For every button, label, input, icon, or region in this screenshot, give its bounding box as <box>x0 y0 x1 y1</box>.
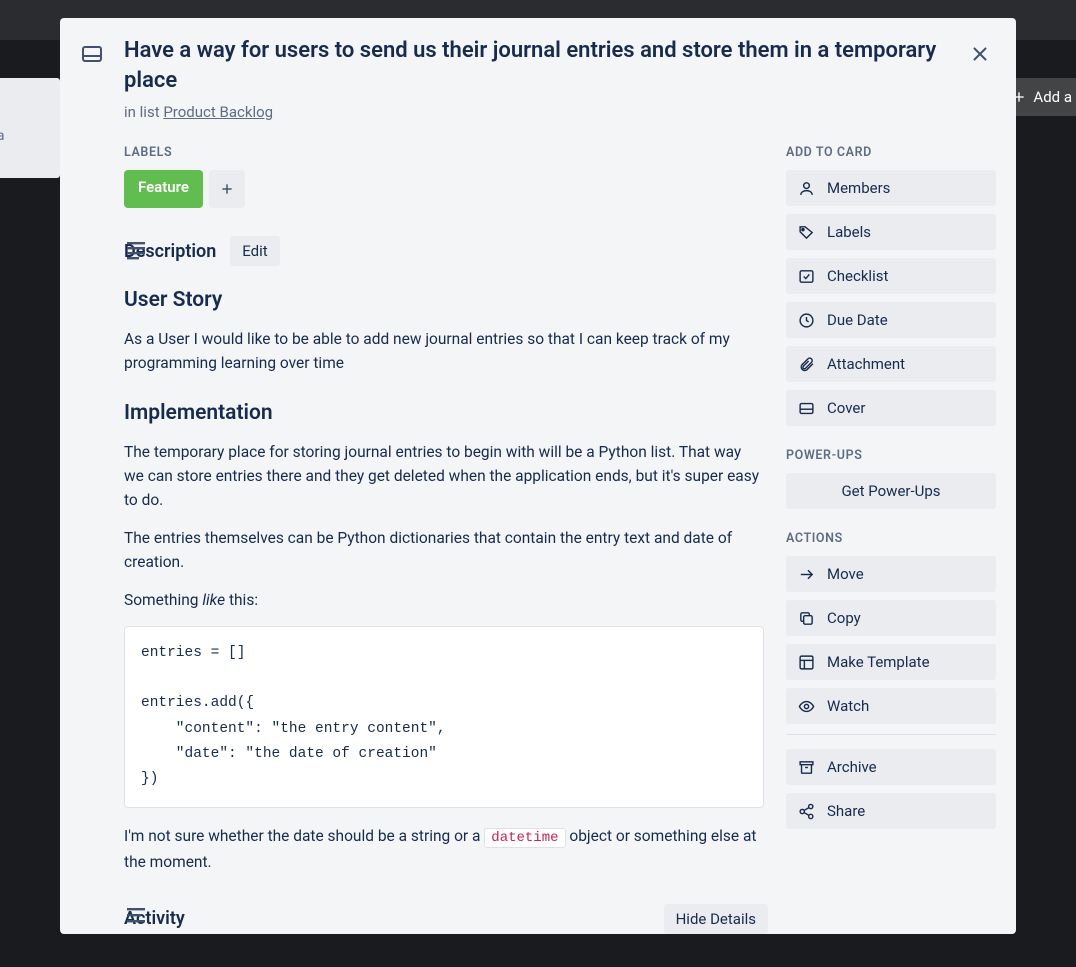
get-power-ups-label: Get Power-Ups <box>841 482 940 500</box>
checklist-icon <box>798 268 815 285</box>
desc-p1: As a User I would like to be able to add… <box>124 327 764 375</box>
share-icon <box>798 803 815 820</box>
in-list-prefix: in list <box>124 103 163 121</box>
label-feature[interactable]: Feature <box>124 170 203 208</box>
inline-code-datetime: datetime <box>484 828 565 848</box>
user-icon <box>798 180 815 197</box>
power-ups-group: POWER-UPS Get Power-Ups <box>786 448 996 509</box>
actions-group: ACTIONS Move Copy Make Template Watch <box>786 531 996 829</box>
close-button[interactable] <box>962 36 998 72</box>
card-header: Have a way for users to send us their jo… <box>80 36 996 95</box>
labels-button[interactable]: Labels <box>786 214 996 250</box>
sidebar-separator <box>786 734 996 735</box>
checklist-label: Checklist <box>827 267 888 285</box>
duedate-button[interactable]: Due Date <box>786 302 996 338</box>
desc-p3: The entries themselves can be Python dic… <box>124 526 764 574</box>
template-icon <box>798 654 815 671</box>
members-button[interactable]: Members <box>786 170 996 206</box>
arrow-right-icon <box>798 566 815 583</box>
desc-p4: Something like this: <box>124 588 764 612</box>
add-to-card-heading: ADD TO CARD <box>786 145 996 160</box>
list-name-link[interactable]: Product Backlog <box>163 103 273 121</box>
tag-icon <box>798 224 815 241</box>
attachment-button[interactable]: Attachment <box>786 346 996 382</box>
watch-button[interactable]: Watch <box>786 688 996 724</box>
desc-p5: I'm not sure whether the date should be … <box>124 824 764 874</box>
card-icon <box>80 42 108 66</box>
edit-description-button[interactable]: Edit <box>230 236 279 266</box>
desc-h3-implementation: Implementation <box>124 397 764 430</box>
card-modal: Have a way for users to send us their jo… <box>60 18 1016 934</box>
clock-icon <box>798 312 815 329</box>
activity-header: Activity Hide Details <box>124 904 768 934</box>
get-power-ups-button[interactable]: Get Power-Ups <box>786 473 996 509</box>
board-column: ogress Add a ca <box>0 78 60 178</box>
card-title[interactable]: Have a way for users to send us their jo… <box>124 36 946 95</box>
add-label-button[interactable] <box>209 170 245 208</box>
power-ups-heading: POWER-UPS <box>786 448 996 463</box>
archive-icon <box>798 759 815 776</box>
copy-icon <box>798 610 815 627</box>
hide-details-button[interactable]: Hide Details <box>664 904 768 934</box>
copy-label: Copy <box>827 609 861 627</box>
attachment-label: Attachment <box>827 355 905 373</box>
plus-icon <box>219 181 235 197</box>
description-content[interactable]: User Story As a User I would like to be … <box>124 284 768 873</box>
cover-icon <box>798 400 815 417</box>
actions-heading: ACTIONS <box>786 531 996 546</box>
desc-h3-user-story: User Story <box>124 284 764 317</box>
desc-code-block: entries = [] entries.add({ "content": "t… <box>124 626 764 808</box>
add-list-label: Add a <box>1033 88 1072 106</box>
make-template-label: Make Template <box>827 653 930 671</box>
archive-label: Archive <box>827 758 877 776</box>
share-label: Share <box>827 802 865 820</box>
labels-heading: LABELS <box>124 145 768 160</box>
close-icon <box>969 43 991 65</box>
main-column: LABELS Feature Description Edit User Sto… <box>80 145 768 933</box>
make-template-button[interactable]: Make Template <box>786 644 996 680</box>
archive-button[interactable]: Archive <box>786 749 996 785</box>
checklist-button[interactable]: Checklist <box>786 258 996 294</box>
copy-button[interactable]: Copy <box>786 600 996 636</box>
move-button[interactable]: Move <box>786 556 996 592</box>
watch-label: Watch <box>827 697 869 715</box>
labels-label: Labels <box>827 223 871 241</box>
card-list-location: in list Product Backlog <box>124 103 996 121</box>
add-card-link[interactable]: Add a ca <box>0 128 50 144</box>
cover-label: Cover <box>827 399 865 417</box>
eye-icon <box>798 698 815 715</box>
desc-p2: The temporary place for storing journal … <box>124 440 764 512</box>
move-label: Move <box>827 565 864 583</box>
description-header: Description Edit <box>124 236 768 266</box>
cover-button[interactable]: Cover <box>786 390 996 426</box>
column-title: ogress <box>0 86 50 104</box>
add-to-card-group: ADD TO CARD Members Labels Checklist Due… <box>786 145 996 426</box>
members-label: Members <box>827 179 890 197</box>
paperclip-icon <box>798 356 815 373</box>
sidebar: ADD TO CARD Members Labels Checklist Due… <box>786 145 996 837</box>
duedate-label: Due Date <box>827 311 888 329</box>
description-icon <box>124 238 148 262</box>
share-button[interactable]: Share <box>786 793 996 829</box>
activity-icon <box>124 904 148 928</box>
labels-row: Feature <box>124 170 768 208</box>
